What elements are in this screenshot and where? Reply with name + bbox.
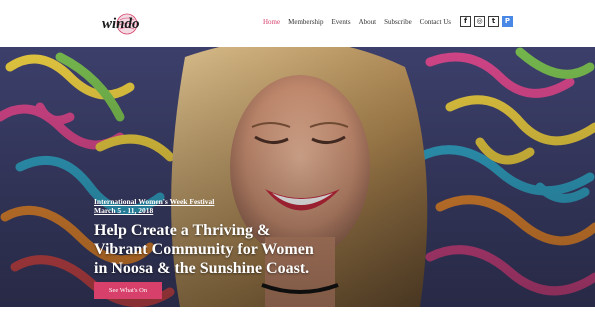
nav-subscribe[interactable]: Subscribe xyxy=(384,16,412,28)
hero-headline-line-1: Help Create a Thriving & xyxy=(94,222,271,239)
instagram-icon[interactable]: ◎ xyxy=(474,16,485,27)
see-whats-on-button[interactable]: See What's On xyxy=(94,282,162,299)
main-nav: Home Membership Events About Subscribe C… xyxy=(263,16,459,28)
facebook-icon[interactable]: f xyxy=(460,16,471,27)
twitter-icon[interactable]: t xyxy=(488,16,499,27)
festival-name[interactable]: International Women's Week Festival xyxy=(94,197,314,206)
windo-logo[interactable]: windo xyxy=(100,6,148,40)
page-bottom-strip xyxy=(0,307,595,333)
hero-headline: Help Create a Thriving & Vibrant Communi… xyxy=(94,221,314,278)
site-header: windo Home Membership Events About Subsc… xyxy=(0,0,595,47)
hero-banner: International Women's Week Festival Marc… xyxy=(0,47,595,307)
hero-headline-line-2: Vibrant Community for Women xyxy=(94,241,314,258)
patreon-icon[interactable]: P xyxy=(502,16,513,27)
nav-about[interactable]: About xyxy=(359,16,377,28)
svg-text:windo: windo xyxy=(102,16,140,32)
hero-headline-line-3: in Noosa & the Sunshine Coast. xyxy=(94,260,310,277)
hero-text-block: International Women's Week Festival Marc… xyxy=(94,197,314,278)
festival-dates[interactable]: March 5 - 11, 2018 xyxy=(94,206,314,215)
social-links: f ◎ t P xyxy=(460,16,516,27)
nav-home[interactable]: Home xyxy=(263,16,280,28)
nav-contact-us[interactable]: Contact Us xyxy=(420,16,451,28)
nav-membership[interactable]: Membership xyxy=(288,16,323,28)
nav-events[interactable]: Events xyxy=(332,16,351,28)
